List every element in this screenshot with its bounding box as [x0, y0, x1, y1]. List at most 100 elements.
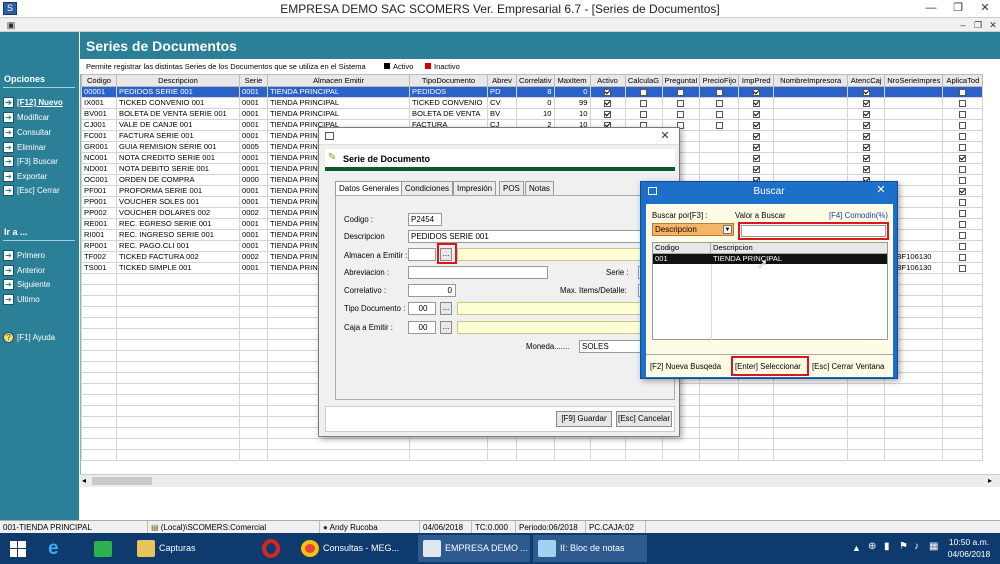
column-header[interactable]: NombreImpresora: [773, 74, 849, 87]
checkbox[interactable]: [862, 132, 870, 140]
taskbar-bloc-notas[interactable]: II: Bloc de notas: [533, 535, 647, 562]
ie-icon[interactable]: e: [48, 538, 59, 560]
col-descripcion-header[interactable]: Descripcion: [711, 243, 887, 254]
checkbox[interactable]: [862, 154, 870, 162]
mdi-close-icon[interactable]: ✕: [986, 19, 1000, 31]
caja-browse-button[interactable]: ...: [440, 321, 452, 334]
checkbox[interactable]: [959, 121, 967, 129]
checkbox[interactable]: [752, 110, 760, 118]
tab-notas[interactable]: Notas: [525, 181, 554, 195]
checkbox[interactable]: [752, 88, 760, 96]
almacen-code-field[interactable]: [408, 248, 436, 261]
close-icon[interactable]: ✕: [869, 183, 893, 198]
column-header[interactable]: PreguntaI: [661, 74, 701, 87]
new-button[interactable]: ➔ [F12] Nuevo: [3, 96, 63, 109]
checkbox[interactable]: [604, 99, 611, 107]
checkbox[interactable]: [862, 99, 870, 107]
checkbox[interactable]: [604, 110, 611, 118]
restore-icon[interactable]: ❐: [945, 0, 971, 17]
checkbox[interactable]: [862, 110, 870, 118]
checkbox[interactable]: [752, 143, 760, 151]
store-icon[interactable]: [94, 541, 112, 557]
column-header[interactable]: TipoDocumento: [409, 74, 488, 87]
tab-pos[interactable]: POS: [499, 181, 524, 195]
minimize-icon[interactable]: —: [918, 0, 944, 17]
codigo-field[interactable]: P2454: [408, 213, 442, 226]
chevron-down-icon[interactable]: ▼: [723, 225, 732, 234]
checkbox[interactable]: [604, 88, 611, 96]
export-button[interactable]: ➔ Exportar: [3, 170, 47, 183]
buscar-por-select[interactable]: Descripcion ▼: [652, 223, 734, 236]
checkbox[interactable]: [959, 99, 967, 107]
taskbar-clock[interactable]: 10:50 a.m. 04/06/2018: [942, 536, 996, 560]
column-header[interactable]: NroSerieImpres: [884, 74, 944, 87]
tray-app-icon[interactable]: ⊕: [868, 541, 876, 552]
checkbox[interactable]: [959, 176, 967, 184]
checkbox[interactable]: [959, 242, 967, 250]
opera-icon[interactable]: [262, 539, 280, 558]
checkbox[interactable]: [862, 143, 870, 151]
previous-record-button[interactable]: ➔ Anterior: [3, 264, 45, 277]
column-header[interactable]: Abrev: [487, 74, 517, 87]
tipo-documento-browse-button[interactable]: ...: [440, 302, 452, 315]
checkbox[interactable]: [959, 209, 967, 217]
taskbar-empresa-demo[interactable]: EMPRESA DEMO ...: [418, 535, 530, 562]
checkbox[interactable]: [715, 121, 723, 129]
checkbox[interactable]: [862, 121, 870, 129]
col-codigo-header[interactable]: Codigo: [653, 243, 711, 254]
checkbox[interactable]: [677, 99, 685, 107]
close-window-button[interactable]: [Esc] Cerrar Ventana: [812, 362, 884, 371]
keyboard-icon[interactable]: ▦: [929, 541, 938, 552]
checkbox[interactable]: [959, 198, 967, 206]
descripcion-field[interactable]: PEDIDOS SERIE 001: [408, 230, 676, 243]
checkbox[interactable]: [752, 165, 760, 173]
first-record-button[interactable]: ➔ Primero: [3, 249, 45, 262]
checkbox[interactable]: [959, 264, 967, 272]
checkbox[interactable]: [640, 88, 647, 96]
tab-impresion[interactable]: Impresión: [453, 181, 497, 195]
horizontal-scrollbar[interactable]: ◂ ▸: [80, 474, 1000, 487]
mdi-child-icon[interactable]: ▣: [4, 19, 18, 31]
checkbox[interactable]: [715, 88, 723, 96]
tab-datos-generales[interactable]: Datos Generales: [335, 181, 404, 196]
mdi-restore-icon[interactable]: ❐: [971, 19, 985, 31]
column-header[interactable]: Almacen Emitir: [267, 74, 410, 87]
next-record-button[interactable]: ➔ Siguiente: [3, 278, 50, 291]
scroll-right-icon[interactable]: ▸: [988, 476, 992, 485]
close-button[interactable]: ➔ [Esc] Cerrar: [3, 184, 60, 197]
correlativo-field[interactable]: 0: [408, 284, 456, 297]
consult-button[interactable]: ➔ Consultar: [3, 126, 51, 139]
checkbox[interactable]: [677, 88, 685, 96]
checkbox[interactable]: [752, 132, 760, 140]
column-header[interactable]: PrecioFijo: [699, 74, 740, 87]
checkbox[interactable]: [959, 187, 967, 195]
checkbox[interactable]: [959, 132, 967, 140]
column-header[interactable]: MaxItem: [553, 74, 591, 87]
column-header[interactable]: Serie: [239, 74, 268, 87]
close-icon[interactable]: ✕: [972, 0, 998, 17]
tray-chevron-icon[interactable]: ▲: [852, 543, 861, 553]
windows-start-icon[interactable]: [10, 541, 26, 557]
cancel-button[interactable]: [Esc] Cancelar: [616, 411, 672, 427]
column-header[interactable]: Descripcion: [116, 74, 240, 87]
checkbox[interactable]: [677, 110, 685, 118]
table-row[interactable]: IX001 TICKED CONVENIO 001 0001 TIENDA PRINC…: [81, 97, 984, 109]
checkbox[interactable]: [959, 220, 967, 228]
checkbox[interactable]: [959, 165, 967, 173]
checkbox[interactable]: [959, 143, 967, 151]
column-header[interactable]: ImpPred: [738, 74, 775, 87]
table-row[interactable]: BV001 BOLETA DE VENTA SERIE 001 0001 TIENDA…: [81, 108, 984, 120]
tipo-documento-field[interactable]: 00: [408, 302, 436, 315]
checkbox[interactable]: [752, 99, 760, 107]
flag-icon[interactable]: ⚑: [899, 541, 908, 552]
save-button[interactable]: [F9] Guardar: [556, 411, 612, 427]
tab-condiciones[interactable]: Condiciones: [401, 181, 454, 195]
checkbox[interactable]: [752, 121, 760, 129]
search-button[interactable]: ➔ [F3] Buscar: [3, 155, 58, 168]
checkbox[interactable]: [715, 99, 723, 107]
checkbox[interactable]: [959, 110, 967, 118]
checkbox[interactable]: [715, 110, 723, 118]
column-header[interactable]: AplicaTod: [942, 74, 984, 87]
last-record-button[interactable]: ➔ Ultimo: [3, 293, 40, 306]
checkbox[interactable]: [959, 253, 967, 261]
